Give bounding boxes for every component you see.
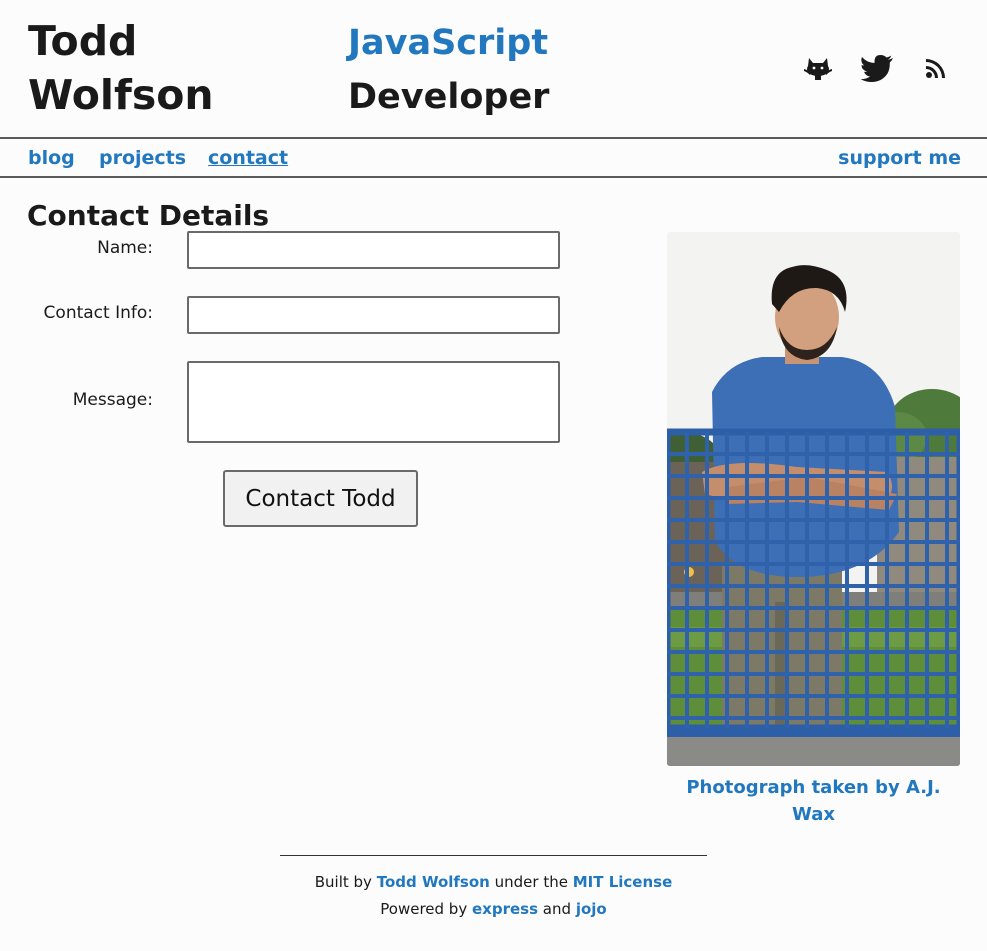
footer-powered-by: Powered by express and jojo [0,900,987,918]
contact-info-label: Contact Info: [43,303,153,323]
photo-credit-link[interactable]: Photograph taken by A.J. Wax [667,774,960,828]
tagline-rest: Developer [348,77,550,117]
tagline-highlight: JavaScript [348,23,549,63]
contact-info-input[interactable] [187,296,560,334]
nav-contact[interactable]: contact [208,147,288,169]
message-textarea[interactable] [187,361,560,443]
rss-feed-icon [926,59,945,78]
footer-built-by: Built by Todd Wolfson under the MIT Lice… [0,873,987,891]
github-octocat-icon [804,58,832,80]
social-links [800,52,954,84]
twitter-bird-icon [860,55,893,82]
under-the-text: under the [494,873,568,891]
express-link[interactable]: express [472,900,538,918]
rss-link[interactable] [918,52,954,84]
nav-blog[interactable]: blog [28,147,75,169]
site-name: Todd Wolfson [28,14,214,122]
built-by-text: Built by [314,873,372,891]
and-text: and [542,900,572,918]
site-tagline: JavaScript Developer [348,16,549,124]
message-label: Message: [72,390,153,410]
profile-photo [667,232,960,766]
github-link[interactable] [800,52,836,84]
twitter-link[interactable] [859,52,895,84]
author-link[interactable]: Todd Wolfson [377,873,490,891]
name-input[interactable] [187,231,560,269]
main-nav: blog projects contact support me [0,137,987,178]
nav-support-me[interactable]: support me [838,147,961,169]
powered-by-text: Powered by [380,900,468,918]
site-header: Todd Wolfson JavaScript Developer [0,0,987,137]
name-label: Name: [97,238,153,258]
footer-divider [280,855,707,856]
name-first: Todd [28,17,138,65]
contact-details-heading: Contact Details [27,199,270,232]
license-link[interactable]: MIT License [573,873,673,891]
jojo-link[interactable]: jojo [576,900,607,918]
name-last: Wolfson [28,71,214,119]
nav-projects[interactable]: projects [99,147,186,169]
contact-todd-button[interactable]: Contact Todd [223,470,418,527]
